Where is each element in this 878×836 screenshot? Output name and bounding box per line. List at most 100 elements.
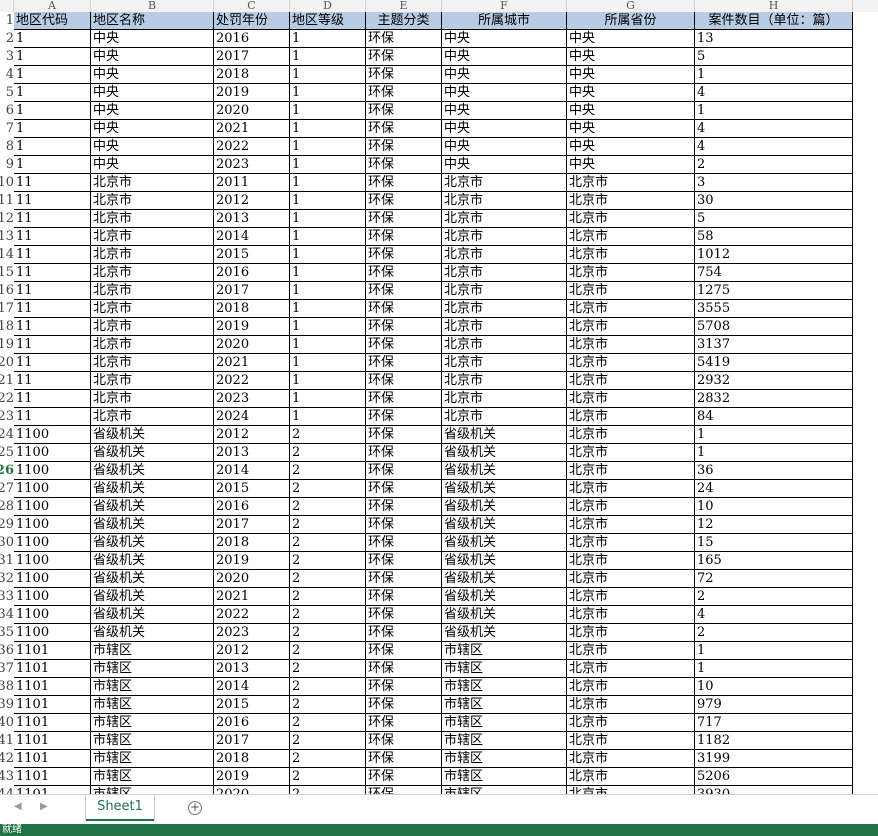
cell-penalty-year[interactable]: 2021 bbox=[214, 120, 290, 138]
cell-area-name[interactable]: 北京市 bbox=[91, 228, 214, 246]
cell-topic[interactable]: 环保 bbox=[366, 318, 442, 336]
cell-area-level[interactable]: 1 bbox=[290, 102, 366, 120]
cell-case-count[interactable]: 2932 bbox=[695, 372, 853, 390]
column-letter-g[interactable]: G bbox=[567, 0, 695, 12]
cell-city[interactable]: 北京市 bbox=[442, 174, 567, 192]
cell-area-name[interactable]: 省级机关 bbox=[91, 444, 214, 462]
cell-case-count[interactable]: 3 bbox=[695, 174, 853, 192]
cell-city[interactable]: 市辖区 bbox=[442, 642, 567, 660]
cell-area-name[interactable]: 北京市 bbox=[91, 372, 214, 390]
cell-area-level[interactable]: 1 bbox=[290, 84, 366, 102]
cell-area-code[interactable]: 11 bbox=[14, 210, 91, 228]
cell-penalty-year[interactable]: 2017 bbox=[214, 516, 290, 534]
cell-case-count[interactable]: 72 bbox=[695, 570, 853, 588]
cell-area-level[interactable]: 2 bbox=[290, 606, 366, 624]
cell-city[interactable]: 市辖区 bbox=[442, 786, 567, 794]
cell-case-count[interactable]: 1182 bbox=[695, 732, 853, 750]
cell-province[interactable]: 北京市 bbox=[567, 408, 695, 426]
spreadsheet-area[interactable]: ABCDEFGH 1 2 3 4 5 6 7 8 9 10 11 12 13 14 15 16 17 18 19 20… bbox=[0, 0, 878, 794]
cell-topic[interactable]: 环保 bbox=[366, 228, 442, 246]
cell-province[interactable]: 北京市 bbox=[567, 264, 695, 282]
row-number[interactable]: 33 bbox=[0, 588, 14, 606]
cell-city[interactable]: 市辖区 bbox=[442, 768, 567, 786]
cell-city[interactable]: 北京市 bbox=[442, 228, 567, 246]
cell-penalty-year[interactable]: 2012 bbox=[214, 642, 290, 660]
add-sheet-icon[interactable]: + bbox=[188, 801, 202, 815]
row-number[interactable]: 30 bbox=[0, 534, 14, 552]
row-number[interactable]: 31 bbox=[0, 552, 14, 570]
row-number[interactable]: 29 bbox=[0, 516, 14, 534]
cell-topic[interactable]: 环保 bbox=[366, 138, 442, 156]
row-number[interactable]: 1 bbox=[0, 12, 14, 30]
cell-province[interactable]: 北京市 bbox=[567, 300, 695, 318]
cell-province[interactable]: 北京市 bbox=[567, 714, 695, 732]
row-number[interactable]: 34 bbox=[0, 606, 14, 624]
column-letter-a[interactable]: A bbox=[14, 0, 91, 12]
cell-city[interactable]: 省级机关 bbox=[442, 534, 567, 552]
cell-area-code[interactable]: 11 bbox=[14, 282, 91, 300]
cell-area-code[interactable]: 1100 bbox=[14, 552, 91, 570]
cell-province[interactable]: 北京市 bbox=[567, 696, 695, 714]
row-number[interactable]: 43 bbox=[0, 768, 14, 786]
row-number[interactable]: 18 bbox=[0, 318, 14, 336]
row-number[interactable]: 17 bbox=[0, 300, 14, 318]
header-penalty-year[interactable]: 处罚年份 bbox=[214, 12, 290, 30]
cell-area-name[interactable]: 北京市 bbox=[91, 192, 214, 210]
cell-case-count[interactable]: 5 bbox=[695, 48, 853, 66]
cell-area-code[interactable]: 11 bbox=[14, 246, 91, 264]
cell-case-count[interactable]: 58 bbox=[695, 228, 853, 246]
cell-area-name[interactable]: 省级机关 bbox=[91, 498, 214, 516]
cell-province[interactable]: 北京市 bbox=[567, 624, 695, 642]
cell-penalty-year[interactable]: 2014 bbox=[214, 228, 290, 246]
cell-penalty-year[interactable]: 2023 bbox=[214, 624, 290, 642]
cell-city[interactable]: 省级机关 bbox=[442, 624, 567, 642]
cell-province[interactable]: 北京市 bbox=[567, 660, 695, 678]
cell-city[interactable]: 北京市 bbox=[442, 372, 567, 390]
cell-area-level[interactable]: 2 bbox=[290, 570, 366, 588]
cell-penalty-year[interactable]: 2021 bbox=[214, 354, 290, 372]
cell-province[interactable]: 中央 bbox=[567, 84, 695, 102]
cell-area-code[interactable]: 11 bbox=[14, 228, 91, 246]
cell-penalty-year[interactable]: 2020 bbox=[214, 786, 290, 794]
cell-case-count[interactable]: 4 bbox=[695, 120, 853, 138]
cell-case-count[interactable]: 30 bbox=[695, 192, 853, 210]
cell-topic[interactable]: 环保 bbox=[366, 390, 442, 408]
cell-city[interactable]: 中央 bbox=[442, 66, 567, 84]
cell-city[interactable]: 中央 bbox=[442, 138, 567, 156]
cell-province[interactable]: 北京市 bbox=[567, 246, 695, 264]
cell-area-level[interactable]: 2 bbox=[290, 660, 366, 678]
cell-area-code[interactable]: 11 bbox=[14, 336, 91, 354]
cell-city[interactable]: 市辖区 bbox=[442, 732, 567, 750]
cell-province[interactable]: 中央 bbox=[567, 156, 695, 174]
cell-case-count[interactable]: 1 bbox=[695, 66, 853, 84]
scroll-left-icon[interactable]: ◀ bbox=[14, 801, 22, 812]
cell-area-level[interactable]: 2 bbox=[290, 678, 366, 696]
cell-province[interactable]: 北京市 bbox=[567, 192, 695, 210]
cell-area-name[interactable]: 市辖区 bbox=[91, 696, 214, 714]
cell-area-code[interactable]: 1100 bbox=[14, 516, 91, 534]
cell-province[interactable]: 北京市 bbox=[567, 336, 695, 354]
cell-area-code[interactable]: 1100 bbox=[14, 426, 91, 444]
cell-area-name[interactable]: 省级机关 bbox=[91, 516, 214, 534]
cell-topic[interactable]: 环保 bbox=[366, 102, 442, 120]
cell-city[interactable]: 市辖区 bbox=[442, 714, 567, 732]
cell-area-name[interactable]: 省级机关 bbox=[91, 552, 214, 570]
cell-penalty-year[interactable]: 2011 bbox=[214, 174, 290, 192]
row-number[interactable]: 24 bbox=[0, 426, 14, 444]
cell-province[interactable]: 北京市 bbox=[567, 678, 695, 696]
cell-area-level[interactable]: 1 bbox=[290, 192, 366, 210]
cell-topic[interactable]: 环保 bbox=[366, 372, 442, 390]
cell-city[interactable]: 市辖区 bbox=[442, 678, 567, 696]
cell-penalty-year[interactable]: 2018 bbox=[214, 750, 290, 768]
cell-area-name[interactable]: 省级机关 bbox=[91, 624, 214, 642]
cell-area-code[interactable]: 11 bbox=[14, 390, 91, 408]
cell-penalty-year[interactable]: 2015 bbox=[214, 246, 290, 264]
cell-area-name[interactable]: 省级机关 bbox=[91, 588, 214, 606]
cell-case-count[interactable]: 3555 bbox=[695, 300, 853, 318]
cell-province[interactable]: 北京市 bbox=[567, 174, 695, 192]
cell-case-count[interactable]: 4 bbox=[695, 138, 853, 156]
cell-case-count[interactable]: 3930 bbox=[695, 786, 853, 794]
cell-city[interactable]: 北京市 bbox=[442, 192, 567, 210]
cell-penalty-year[interactable]: 2016 bbox=[214, 30, 290, 48]
cell-case-count[interactable]: 2 bbox=[695, 624, 853, 642]
